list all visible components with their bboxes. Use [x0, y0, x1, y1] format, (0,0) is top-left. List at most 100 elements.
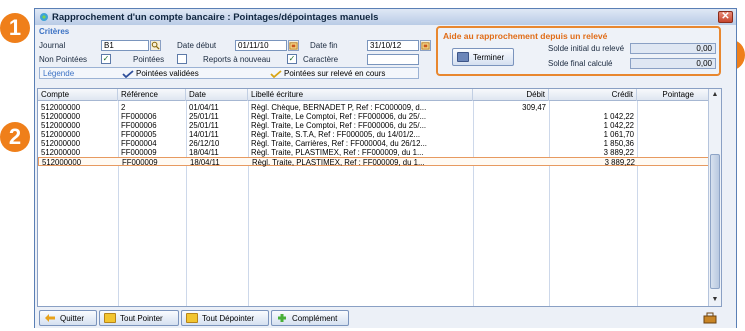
back-arrow-icon: [45, 314, 55, 322]
aide-title: Aide au rapprochement depuis un relevé: [443, 31, 608, 41]
table-row[interactable]: 512000000 FF000009 18/04/11 Règl. Traite, P…: [38, 148, 709, 157]
cell-compte: 512000000: [41, 103, 81, 112]
cell-debit: [473, 139, 549, 148]
title-bar: Rapprochement d'un compte bancaire : Poi…: [35, 9, 736, 25]
cell-pointage: [637, 103, 709, 112]
cell-compte: 512000000: [41, 121, 81, 130]
legend-bar: Légende Pointées validées Pointées sur r…: [39, 67, 419, 79]
table-row[interactable]: 512000000 FF000006 25/01/11 Règl. Traite, L…: [38, 112, 709, 121]
cell-compte: 512000000: [42, 158, 82, 167]
tout-pointer-label: Tout Pointer: [120, 313, 163, 323]
cell-compte: 512000000: [41, 139, 81, 148]
legend-item-pending: Pointées sur relevé en cours: [284, 69, 386, 78]
non-pointees-checkbox[interactable]: ✓: [101, 54, 111, 64]
col-libelle[interactable]: Libellé écriture: [248, 89, 473, 101]
search-icon[interactable]: [150, 40, 161, 51]
cell-date: 14/01/11: [189, 130, 219, 139]
col-debit[interactable]: Débit: [473, 89, 549, 101]
solde-initial-label: Solde initial du relevé: [548, 44, 625, 53]
cell-pointage: [637, 112, 709, 121]
pointees-checkbox[interactable]: [177, 54, 187, 64]
callout-badge-1: 1: [0, 13, 30, 43]
cell-date: 25/01/11: [189, 112, 219, 121]
table-row[interactable]: 512000000 FF000009 18/04/11 Règl. Traite, P…: [38, 157, 709, 167]
close-button[interactable]: ✕: [718, 11, 733, 23]
journal-label: Journal: [39, 41, 66, 50]
col-compte[interactable]: Compte: [38, 89, 118, 101]
tout-pointer-button[interactable]: Tout Pointer: [99, 310, 179, 326]
cell-compte: 512000000: [41, 148, 81, 157]
cell-libelle: Règl. Traite, PLASTIMEX, Ref : FF000009,…: [252, 158, 425, 167]
reports-label: Reports à nouveau: [203, 55, 271, 64]
cell-date: 01/04/11: [189, 103, 219, 112]
aide-rapprochement-panel: Aide au rapprochement depuis un relevé T…: [436, 26, 721, 76]
col-pointage[interactable]: Pointage: [637, 89, 709, 101]
calendar-icon[interactable]: [288, 40, 299, 51]
cell-credit: 3 889,22: [604, 158, 635, 167]
cell-pointage: [637, 130, 709, 139]
date-debut-label: Date début: [177, 41, 217, 50]
journal-input[interactable]: B1: [101, 40, 149, 51]
terminer-button[interactable]: Terminer: [452, 48, 514, 66]
cell-libelle: Règl. Traite, Le Comptoi, Ref : FF000006…: [251, 121, 427, 130]
scroll-down-icon[interactable]: ▼: [710, 295, 720, 304]
reports-checkbox[interactable]: ✓: [287, 54, 297, 64]
table-row[interactable]: 512000000 2 01/04/11 Règl. Chèque, BERNADET…: [38, 103, 709, 112]
check-validated-icon: [122, 70, 134, 78]
col-date[interactable]: Date: [186, 89, 248, 101]
col-reference[interactable]: Référence: [118, 89, 186, 101]
complement-label: Complément: [292, 313, 338, 323]
plus-icon: [278, 314, 286, 322]
cell-libelle: Règl. Traite, Carrières, Ref : FF000004,…: [251, 139, 427, 148]
app-icon: [40, 13, 48, 21]
tout-pointer-icon: [104, 313, 116, 323]
cell-credit: 1 061,70: [603, 130, 634, 139]
solde-final-label: Solde final calculé: [548, 59, 613, 68]
scroll-thumb[interactable]: [710, 154, 720, 289]
tout-depointer-button[interactable]: Tout Dépointer: [181, 310, 269, 326]
cell-date: 25/01/11: [189, 121, 219, 130]
date-fin-label: Date fin: [310, 41, 338, 50]
quitter-button[interactable]: Quitter: [39, 310, 97, 326]
cell-credit: 3 889,22: [603, 148, 634, 157]
callout-badge-2: 2: [0, 122, 30, 152]
cell-libelle: Règl. Traite, S.T.A, Ref : FF000005, du …: [251, 130, 421, 139]
caractere-input[interactable]: [367, 54, 419, 65]
quitter-label: Quitter: [60, 313, 85, 323]
cell-reference: FF000009: [121, 148, 157, 157]
cell-pointage: [637, 139, 709, 148]
table-row[interactable]: 512000000 FF000006 25/01/11 Règl. Traite, L…: [38, 121, 709, 130]
cell-libelle: Règl. Chèque, BERNADET P, Ref : FC000009…: [251, 103, 427, 112]
cell-reference: FF000004: [121, 139, 157, 148]
date-fin-input[interactable]: 31/10/12: [367, 40, 419, 51]
legend-item-validated: Pointées validées: [136, 69, 199, 78]
cell-compte: 512000000: [41, 130, 81, 139]
cell-credit: 1 042,22: [603, 121, 634, 130]
table-row[interactable]: 512000000 FF000004 26/12/10 Règl. Traite, C…: [38, 139, 709, 148]
col-credit[interactable]: Crédit: [549, 89, 637, 101]
scroll-up-icon[interactable]: ▲: [710, 90, 720, 99]
terminer-label: Terminer: [473, 52, 505, 62]
main-window: Rapprochement d'un compte bancaire : Poi…: [34, 8, 737, 328]
cell-pointage: [637, 121, 709, 130]
ecritures-grid: Compte Référence Date Libellé écriture D…: [37, 88, 722, 307]
table-row[interactable]: 512000000 FF000005 14/01/11 Règl. Traite, S…: [38, 130, 709, 139]
cell-reference: FF000006: [121, 112, 157, 121]
cell-compte: 512000000: [41, 112, 81, 121]
complement-button[interactable]: Complément: [271, 310, 349, 326]
window-title: Rapprochement d'un compte bancaire : Poi…: [52, 11, 379, 23]
tout-depointer-icon: [186, 313, 198, 323]
cell-reference: FF000006: [121, 121, 157, 130]
cell-debit: [473, 121, 549, 130]
criteres-title: Critères: [39, 27, 70, 36]
cell-libelle: Règl. Traite, PLASTIMEX, Ref : FF000009,…: [251, 148, 424, 157]
cell-date: 18/04/11: [190, 158, 220, 167]
date-debut-input[interactable]: 01/11/10: [235, 40, 287, 51]
check-pending-icon: [270, 70, 282, 78]
cell-debit: [473, 130, 549, 139]
cell-reference: FF000009: [122, 158, 158, 167]
cell-debit: [473, 112, 549, 121]
toolbox-icon[interactable]: [703, 312, 717, 324]
vertical-scrollbar[interactable]: ▲ ▼: [708, 89, 721, 306]
calendar-icon[interactable]: [420, 40, 431, 51]
